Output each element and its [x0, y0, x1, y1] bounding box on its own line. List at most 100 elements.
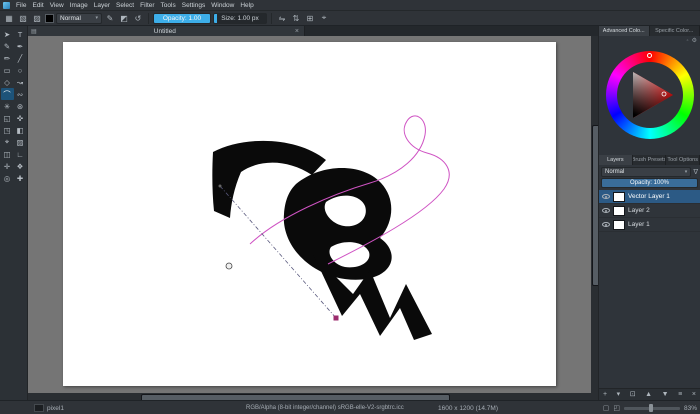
tool-dynamic-brush[interactable]: ✳: [1, 100, 14, 112]
visibility-eye-icon[interactable]: [602, 194, 610, 199]
tab-brush-presets[interactable]: Brush Presets: [633, 155, 667, 165]
menu-item[interactable]: Settings: [179, 1, 209, 10]
selection-mode-icon[interactable]: ▢: [603, 404, 610, 412]
document-tab[interactable]: ▤ Untitled ×: [28, 26, 305, 36]
layer-name: Layer 1: [628, 221, 650, 228]
tool-bezier-curve[interactable]: ⌒: [1, 88, 14, 100]
tab-layers[interactable]: Layers: [599, 155, 633, 165]
menu-item[interactable]: Tools: [158, 1, 179, 10]
brush-name: pixel1: [47, 405, 64, 412]
layer-blend-mode-combobox[interactable]: Normal ▾: [601, 167, 691, 177]
layer-list: Vector Layer 1 Layer 2 Layer 1: [599, 190, 700, 232]
path-end-node[interactable]: [334, 316, 339, 321]
tool-multibrush[interactable]: ⊛: [14, 100, 27, 112]
menu-item[interactable]: View: [47, 1, 67, 10]
saturation-value-triangle[interactable]: [617, 62, 683, 128]
tool-assistants[interactable]: ✛: [1, 160, 14, 172]
docker-tabs: LayersBrush PresetsTool Options: [599, 155, 700, 165]
close-icon[interactable]: ×: [293, 28, 301, 35]
zoom-slider-handle[interactable]: [649, 404, 653, 412]
menu-item[interactable]: Image: [67, 1, 91, 10]
zoom-level: 83%: [684, 405, 697, 412]
canvas-artwork: [28, 36, 591, 393]
layer-row-vector-layer-1[interactable]: Vector Layer 1: [599, 190, 700, 204]
move-layer-down-button[interactable]: ▼: [662, 391, 669, 398]
gradient-chooser-icon[interactable]: ▧: [17, 13, 29, 24]
color-profile-text: RGB/Alpha (8-bit integer/channel) sRGB-e…: [246, 405, 404, 411]
hue-marker[interactable]: [647, 53, 652, 58]
eraser-mode-icon[interactable]: ◩: [118, 13, 130, 24]
tool-polygon[interactable]: ◇: [1, 76, 14, 88]
tab-advanced-color-selector[interactable]: Advanced Colo...: [599, 26, 650, 36]
tool-reference-images[interactable]: ❖: [14, 160, 27, 172]
tool-gradient[interactable]: ◧: [14, 124, 27, 136]
layer-opacity-slider[interactable]: Opacity: 100%: [601, 178, 698, 188]
menu-item[interactable]: Select: [113, 1, 137, 10]
reload-preset-icon[interactable]: ↺: [132, 13, 144, 24]
vertical-scrollbar[interactable]: [591, 36, 598, 393]
mirror-vertical-icon[interactable]: ⇅: [290, 13, 302, 24]
tool-pattern-edit[interactable]: ◫: [1, 148, 14, 160]
tool-move[interactable]: ✜: [14, 112, 27, 124]
path-start-point[interactable]: [219, 185, 222, 188]
zoom-slider[interactable]: [624, 407, 680, 410]
toolbar-separator: [271, 13, 272, 24]
tool-measure[interactable]: ∟: [14, 148, 27, 160]
color-history-icon[interactable]: ◦: [686, 38, 688, 44]
pattern-chooser-icon[interactable]: ▨: [31, 13, 43, 24]
layer-filter-icon[interactable]: ∇: [693, 168, 698, 176]
add-layer-dropdown[interactable]: ▾: [617, 391, 621, 398]
menu-item[interactable]: Help: [237, 1, 256, 10]
opacity-slider[interactable]: Opacity: 1.00: [153, 13, 211, 24]
settings-gear-icon[interactable]: ⚙: [692, 38, 697, 44]
menu-item[interactable]: Layer: [91, 1, 113, 10]
delete-layer-button[interactable]: ×: [692, 391, 696, 398]
tool-crop[interactable]: ◳: [1, 124, 14, 136]
tool-select-shapes[interactable]: ➤: [1, 28, 14, 40]
layer-thumbnail: [613, 220, 625, 230]
tool-color-sampler[interactable]: ⌖: [1, 136, 14, 148]
brush-editor-icon[interactable]: ✎: [104, 13, 116, 24]
brush-size-slider[interactable]: Size: 1.00 px: [213, 13, 267, 24]
visibility-eye-icon[interactable]: [602, 208, 610, 213]
path-control-handle[interactable]: [226, 263, 232, 269]
tool-pan[interactable]: ✚: [14, 172, 27, 184]
wrap-around-icon[interactable]: ⊞: [304, 13, 316, 24]
tool-transform[interactable]: ◱: [1, 112, 14, 124]
ink-strokes: [212, 141, 432, 340]
visibility-eye-icon[interactable]: [602, 222, 610, 227]
tool-freehand-brush[interactable]: ✏: [1, 52, 14, 64]
foreground-color-swatch[interactable]: [45, 14, 54, 23]
current-brush[interactable]: pixel1: [34, 404, 64, 412]
tool-polyline[interactable]: ↝: [14, 76, 27, 88]
workspace-chooser-icon[interactable]: ▦: [3, 13, 15, 24]
tool-edit-shapes[interactable]: ✎: [1, 40, 14, 52]
menu-item[interactable]: Edit: [29, 1, 46, 10]
mirror-horizontal-icon[interactable]: ⇋: [276, 13, 288, 24]
tool-fill[interactable]: ▨: [14, 136, 27, 148]
layer-row-layer-1[interactable]: Layer 1: [599, 218, 700, 232]
layer-row-layer-2[interactable]: Layer 2: [599, 204, 700, 218]
tool-text[interactable]: T: [14, 28, 27, 40]
move-layer-up-button[interactable]: ▲: [645, 391, 652, 398]
tab-tool-options[interactable]: Tool Options: [666, 155, 700, 165]
canvas-viewport[interactable]: [28, 36, 591, 393]
layer-thumbnail: [613, 192, 625, 202]
tool-rectangle[interactable]: ▭: [1, 64, 14, 76]
horizontal-scrollbar[interactable]: [28, 393, 591, 400]
snap-icon[interactable]: ⌖: [318, 13, 330, 24]
layer-properties-button[interactable]: ≡: [678, 391, 682, 398]
menu-item[interactable]: File: [13, 1, 29, 10]
tool-zoom[interactable]: ◎: [1, 172, 14, 184]
tool-freehand-path[interactable]: ∾: [14, 88, 27, 100]
canvas-mode-icon[interactable]: ◰: [613, 404, 620, 412]
blend-mode-combobox[interactable]: Normal ▾: [56, 13, 102, 24]
tab-specific-color-selector[interactable]: Specific Color...: [650, 26, 700, 36]
tool-calligraphy[interactable]: ✒: [14, 40, 27, 52]
tool-line[interactable]: ╱: [14, 52, 27, 64]
duplicate-layer-button[interactable]: ⊡: [630, 391, 636, 398]
menu-item[interactable]: Filter: [137, 1, 157, 10]
tool-ellipse[interactable]: ○: [14, 64, 27, 76]
menu-item[interactable]: Window: [208, 1, 237, 10]
add-layer-button[interactable]: +: [603, 391, 607, 398]
